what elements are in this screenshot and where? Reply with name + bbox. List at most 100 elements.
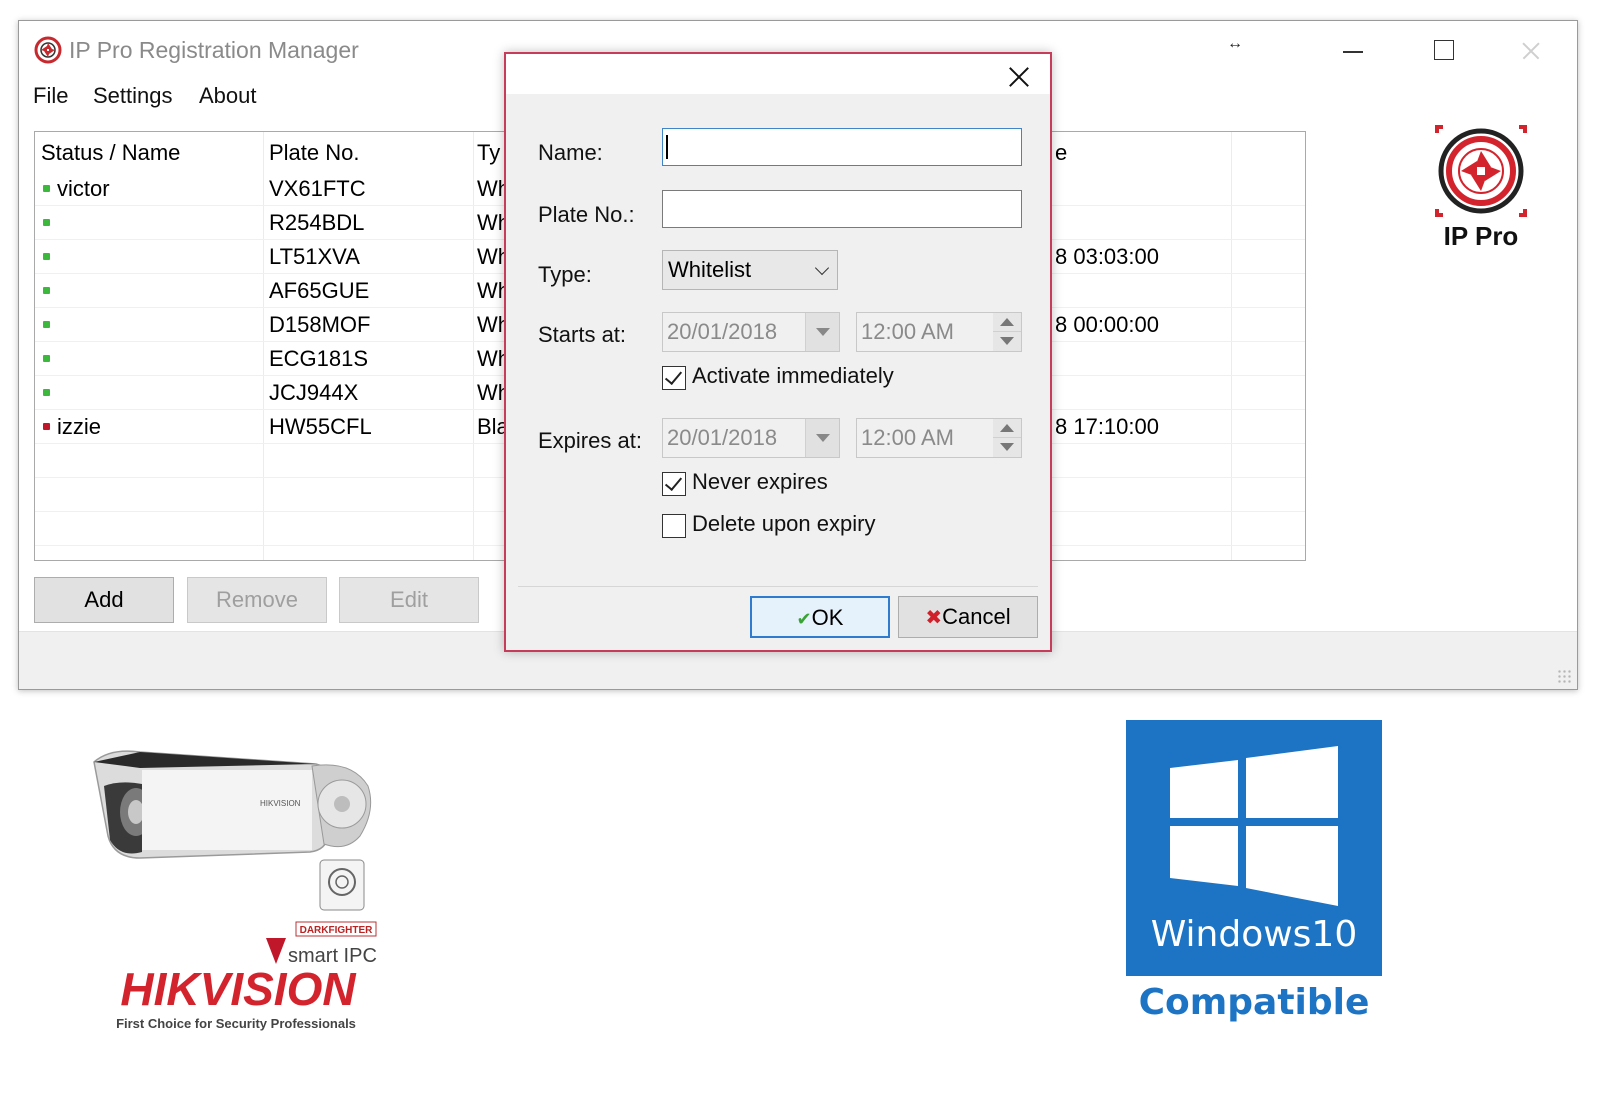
cell-plate: LT51XVA bbox=[269, 244, 360, 269]
expires-time-picker[interactable]: 12:00 AM bbox=[856, 418, 1022, 458]
cell-date bbox=[1055, 206, 1225, 239]
status-indicator-icon bbox=[43, 423, 50, 430]
add-button[interactable]: Add bbox=[34, 577, 174, 623]
cell-date: 8 00:00:00 bbox=[1055, 312, 1159, 337]
menu-file[interactable]: File bbox=[33, 83, 68, 109]
cell-plate: R254BDL bbox=[269, 210, 365, 235]
spin-down-icon[interactable] bbox=[993, 438, 1021, 457]
status-indicator-icon bbox=[43, 355, 50, 362]
starts-date-picker[interactable]: 20/01/2018 bbox=[662, 312, 840, 352]
cell-name bbox=[57, 274, 257, 307]
cell-plate: AF65GUE bbox=[269, 278, 370, 303]
cell-date bbox=[1055, 172, 1225, 205]
cell-name: izzie bbox=[57, 414, 102, 439]
plate-field[interactable] bbox=[662, 190, 1022, 228]
cell-name: victor bbox=[57, 176, 110, 201]
dialog-separator bbox=[518, 586, 1038, 587]
type-label: Type: bbox=[538, 262, 592, 287]
activate-immediately-checkbox[interactable] bbox=[662, 366, 686, 390]
hikvision-camera-promo: HIKVISION DARKFIGHTER smart IPC HIKVISIO… bbox=[93, 750, 377, 1031]
menu-settings[interactable]: Settings bbox=[93, 83, 173, 109]
window-title: IP Pro Registration Manager bbox=[69, 37, 359, 63]
close-window-button[interactable] bbox=[1497, 31, 1567, 71]
ip-pro-logo-text: IP Pro bbox=[1444, 221, 1519, 251]
status-indicator-icon bbox=[43, 287, 50, 294]
cell-date bbox=[1055, 376, 1225, 409]
plate-label: Plate No.: bbox=[538, 202, 635, 227]
cell-plate: HW55CFL bbox=[269, 414, 372, 439]
edit-button[interactable]: Edit bbox=[339, 577, 479, 623]
never-expires-checkbox[interactable] bbox=[662, 472, 686, 496]
cell-date bbox=[1055, 274, 1225, 307]
expires-date-picker[interactable]: 20/01/2018 bbox=[662, 418, 840, 458]
hikvision-tagline: First Choice for Security Professionals bbox=[116, 1016, 356, 1031]
dialog-close-icon[interactable] bbox=[1004, 62, 1034, 92]
menu-about[interactable]: About bbox=[199, 83, 257, 109]
camera-brand-text: HIKVISION bbox=[260, 799, 301, 808]
column-header-date[interactable]: e bbox=[1055, 132, 1155, 172]
cell-name bbox=[57, 308, 257, 341]
minimize-button[interactable] bbox=[1319, 31, 1389, 71]
maximize-button[interactable] bbox=[1407, 31, 1477, 71]
type-select-value: Whitelist bbox=[668, 257, 752, 282]
status-indicator-icon bbox=[43, 219, 50, 226]
delete-upon-expiry-checkbox[interactable] bbox=[662, 514, 686, 538]
spin-up-icon[interactable] bbox=[993, 313, 1021, 332]
cell-plate: D158MOF bbox=[269, 312, 371, 337]
delete-upon-expiry-label: Delete upon expiry bbox=[692, 511, 876, 536]
starts-label: Starts at: bbox=[538, 322, 627, 347]
expires-time-value: 12:00 AM bbox=[861, 425, 954, 450]
starts-time-picker[interactable]: 12:00 AM bbox=[856, 312, 1022, 352]
type-select[interactable]: Whitelist bbox=[662, 250, 838, 290]
cell-name bbox=[57, 240, 257, 273]
remove-button[interactable]: Remove bbox=[187, 577, 327, 623]
status-indicator-icon bbox=[43, 185, 50, 192]
cell-name bbox=[57, 342, 257, 375]
ok-button[interactable]: ✔OK bbox=[750, 596, 890, 638]
chevron-down-icon bbox=[814, 260, 830, 276]
app-logo-icon bbox=[34, 36, 62, 64]
starts-date-value: 20/01/2018 bbox=[667, 319, 778, 344]
expires-label: Expires at: bbox=[538, 428, 642, 453]
spin-up-icon[interactable] bbox=[993, 419, 1021, 438]
name-field[interactable] bbox=[662, 128, 1022, 166]
bullet-camera-image: HIKVISION bbox=[93, 750, 372, 859]
text-caret bbox=[666, 135, 668, 159]
cancel-button[interactable]: ✖Cancel bbox=[898, 596, 1038, 638]
cancel-button-label: Cancel bbox=[942, 604, 1011, 629]
name-label: Name: bbox=[538, 140, 603, 165]
windows10-compatible-badge: Windows10 Compatible bbox=[1120, 716, 1392, 1040]
column-header-plate[interactable]: Plate No. bbox=[269, 132, 469, 172]
activate-immediately-label: Activate immediately bbox=[692, 363, 894, 388]
cross-icon: ✖ bbox=[925, 607, 943, 629]
windows10-text: Windows10 bbox=[1150, 914, 1358, 955]
cell-plate: VX61FTC bbox=[269, 176, 366, 201]
ip-pro-logo: IP Pro bbox=[1435, 125, 1527, 251]
add-registration-dialog: Name: Plate No.: Type: Whitelist Starts … bbox=[504, 52, 1052, 652]
spin-down-icon[interactable] bbox=[993, 332, 1021, 351]
cell-date bbox=[1055, 342, 1225, 375]
cell-plate: ECG181S bbox=[269, 346, 369, 371]
calendar-dropdown-icon[interactable] bbox=[805, 313, 839, 351]
cell-name bbox=[57, 206, 257, 239]
dialog-title-bar[interactable] bbox=[506, 54, 1050, 94]
column-header-status-name[interactable]: Status / Name bbox=[41, 132, 261, 172]
checkmark-icon: ✔ bbox=[796, 609, 812, 629]
ok-button-label: OK bbox=[811, 605, 844, 630]
calendar-dropdown-icon[interactable] bbox=[805, 419, 839, 457]
darkfighter-text: DARKFIGHTER bbox=[300, 925, 374, 936]
compatible-text: Compatible bbox=[1138, 982, 1370, 1023]
expires-date-value: 20/01/2018 bbox=[667, 425, 778, 450]
cell-name bbox=[57, 376, 257, 409]
hikvision-wordmark: HIKVISION bbox=[120, 963, 356, 1015]
resize-icon: ↔ bbox=[1227, 35, 1243, 52]
resize-grip-icon[interactable] bbox=[1557, 669, 1571, 683]
darkfighter-badge-icon bbox=[319, 859, 365, 911]
cell-plate: JCJ944X bbox=[269, 380, 359, 405]
cell-date: 8 17:10:00 bbox=[1055, 414, 1159, 439]
status-indicator-icon bbox=[43, 253, 50, 260]
status-indicator-icon bbox=[43, 389, 50, 396]
cell-date: 8 03:03:00 bbox=[1055, 244, 1159, 269]
status-indicator-icon bbox=[43, 321, 50, 328]
never-expires-label: Never expires bbox=[692, 469, 828, 494]
